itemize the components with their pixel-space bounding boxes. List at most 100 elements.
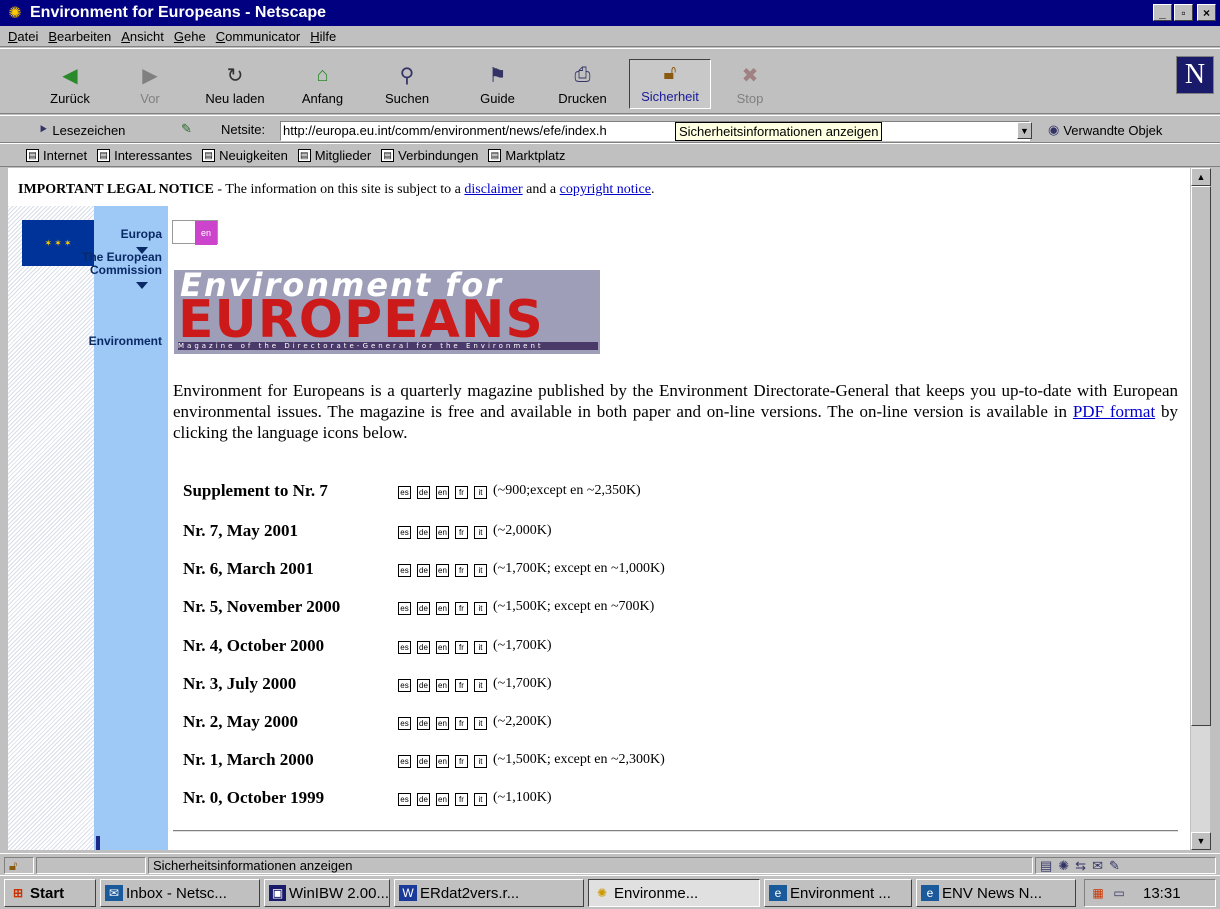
lang-en-icon[interactable]: en xyxy=(436,525,449,539)
related-button[interactable]: ◉ Verwandte Objek xyxy=(1048,122,1162,138)
lang-de-icon[interactable]: de xyxy=(417,640,430,654)
personal-mitglieder[interactable]: ▤ Mitglieder xyxy=(297,148,371,163)
back-button[interactable]: ◀ Zurück xyxy=(40,54,100,110)
lang-it-icon[interactable]: it xyxy=(474,754,487,768)
url-dropdown-button[interactable]: ▼ xyxy=(1017,122,1032,139)
lang-es-icon[interactable]: es xyxy=(398,678,411,692)
lang-fr-icon[interactable]: fr xyxy=(455,563,468,577)
home-button[interactable]: ⌂ Anfang xyxy=(295,54,350,110)
lang-it-icon[interactable]: it xyxy=(474,601,487,615)
lang-en-icon[interactable]: en xyxy=(436,601,449,615)
task-env-news[interactable]: e ENV News N... xyxy=(916,879,1076,907)
bookmarks-button[interactable]: ⯈ Lesezeichen xyxy=(38,122,125,138)
location-toolbar: ⯈ Lesezeichen ✎ Netsite: http://europa.eu… xyxy=(0,115,1220,143)
stop-button[interactable]: ✖ Stop xyxy=(725,54,775,110)
commission-nav[interactable]: The European Commission xyxy=(68,251,162,289)
lang-fr-icon[interactable]: fr xyxy=(455,792,468,806)
menu-communicator[interactable]: Communicator xyxy=(216,29,301,44)
menu-gehe[interactable]: Gehe xyxy=(174,29,206,44)
personal-marktplatz[interactable]: ▤ Marktplatz xyxy=(488,148,565,163)
lang-it-icon[interactable]: it xyxy=(474,485,487,499)
menu-ansicht[interactable]: Ansicht xyxy=(121,29,164,44)
task-environment-netscape[interactable]: ✺ Environme... xyxy=(588,879,760,907)
lang-it-icon[interactable]: it xyxy=(474,716,487,730)
lang-es-icon[interactable]: es xyxy=(398,754,411,768)
issue-row: Nr. 4, October 2000 es de en fr it (~1,700K) xyxy=(183,636,552,656)
lang-es-icon[interactable]: es xyxy=(398,485,411,499)
personal-verbindungen[interactable]: ▤ Verbindungen xyxy=(381,148,478,163)
task-environment-ie[interactable]: e Environment ... xyxy=(764,879,912,907)
personal-internet[interactable]: ▤ Internet xyxy=(26,148,87,163)
lang-it-icon[interactable]: it xyxy=(474,678,487,692)
close-button[interactable]: × xyxy=(1197,4,1216,21)
vertical-scrollbar[interactable]: ▲ ▼ xyxy=(1190,168,1211,850)
lang-es-icon[interactable]: es xyxy=(398,563,411,577)
lang-de-icon[interactable]: de xyxy=(417,485,430,499)
lang-fr-icon[interactable]: fr xyxy=(455,754,468,768)
pdf-format-link[interactable]: PDF format xyxy=(1073,402,1155,421)
lang-es-icon[interactable]: es xyxy=(398,640,411,654)
task-inbox[interactable]: ✉ Inbox - Netsc... xyxy=(100,879,260,907)
task-winibw[interactable]: ▣ WinIBW 2.00... xyxy=(264,879,390,907)
task-erdat[interactable]: W ERdat2vers.r... xyxy=(394,879,584,907)
issue-name: Nr. 7, May 2001 xyxy=(183,521,299,540)
lang-en-icon[interactable]: en xyxy=(436,563,449,577)
lang-de-icon[interactable]: de xyxy=(417,754,430,768)
menu-hilfe[interactable]: Hilfe xyxy=(310,29,336,44)
environment-nav[interactable]: Environment xyxy=(68,335,162,348)
lang-de-icon[interactable]: de xyxy=(417,563,430,577)
lang-en-icon[interactable]: en xyxy=(436,485,449,499)
menu-bearbeiten[interactable]: Bearbeiten xyxy=(48,29,111,44)
lang-de-icon[interactable]: de xyxy=(417,525,430,539)
guide-button[interactable]: ⚑ Guide xyxy=(470,54,525,110)
security-status-icon[interactable]: 🔓︎ xyxy=(4,857,34,874)
lang-it-icon[interactable]: it xyxy=(474,525,487,539)
page-proxy-icon[interactable]: ✎ xyxy=(181,121,192,137)
lang-fr-icon[interactable]: fr xyxy=(455,716,468,730)
lang-en-icon[interactable]: en xyxy=(436,754,449,768)
reload-button[interactable]: ↻ Neu laden xyxy=(200,54,270,110)
scroll-thumb[interactable] xyxy=(1191,186,1211,726)
lang-it-icon[interactable]: it xyxy=(474,563,487,577)
lang-en-badge[interactable]: en xyxy=(195,221,217,245)
component-bar[interactable]: ▤✺⇆✉✎ xyxy=(1035,857,1216,874)
personal-interessantes[interactable]: ▤ Interessantes xyxy=(97,148,192,163)
search-button[interactable]: ⚲ Suchen xyxy=(377,54,437,110)
lang-fr-icon[interactable]: fr xyxy=(455,601,468,615)
lang-de-icon[interactable]: de xyxy=(417,601,430,615)
lang-en-icon[interactable]: en xyxy=(436,792,449,806)
lang-de-icon[interactable]: de xyxy=(417,678,430,692)
tray-icon[interactable]: ▦ xyxy=(1089,885,1107,901)
scroll-down-button[interactable]: ▼ xyxy=(1191,832,1211,850)
lang-es-icon[interactable]: es xyxy=(398,525,411,539)
start-button[interactable]: ⊞ Start xyxy=(4,879,96,907)
forward-button[interactable]: ▶ Vor xyxy=(125,54,175,110)
copyright-link[interactable]: copyright notice xyxy=(560,182,651,197)
url-input[interactable]: http://europa.eu.int/comm/environment/ne… xyxy=(280,121,1030,141)
issue-name: Nr. 1, March 2000 xyxy=(183,750,314,769)
lang-it-icon[interactable]: it xyxy=(474,640,487,654)
security-button[interactable]: 🔓︎ Sicherheit xyxy=(629,59,711,109)
lang-es-icon[interactable]: es xyxy=(398,601,411,615)
tray-icon[interactable]: ▭ xyxy=(1110,885,1128,901)
personal-neuigkeiten[interactable]: ▤ Neuigkeiten xyxy=(202,148,288,163)
lang-en-icon[interactable]: en xyxy=(436,716,449,730)
print-button[interactable]: ⎙ Drucken xyxy=(550,54,615,110)
lang-en-icon[interactable]: en xyxy=(436,678,449,692)
lang-de-icon[interactable]: de xyxy=(417,716,430,730)
lang-es-icon[interactable]: es xyxy=(398,716,411,730)
maximize-button[interactable]: ▫ xyxy=(1174,4,1193,21)
lang-de-icon[interactable]: de xyxy=(417,792,430,806)
minimize-button[interactable]: _ xyxy=(1153,4,1172,21)
scroll-up-button[interactable]: ▲ xyxy=(1191,168,1211,186)
lang-fr-icon[interactable]: fr xyxy=(455,485,468,499)
lang-fr-icon[interactable]: fr xyxy=(455,640,468,654)
lang-it-icon[interactable]: it xyxy=(474,792,487,806)
disclaimer-link[interactable]: disclaimer xyxy=(464,182,522,197)
lang-fr-icon[interactable]: fr xyxy=(455,525,468,539)
language-selector[interactable]: en xyxy=(172,220,218,245)
lang-fr-icon[interactable]: fr xyxy=(455,678,468,692)
lang-es-icon[interactable]: es xyxy=(398,792,411,806)
lang-en-icon[interactable]: en xyxy=(436,640,449,654)
menu-datei[interactable]: Datei xyxy=(8,29,38,44)
